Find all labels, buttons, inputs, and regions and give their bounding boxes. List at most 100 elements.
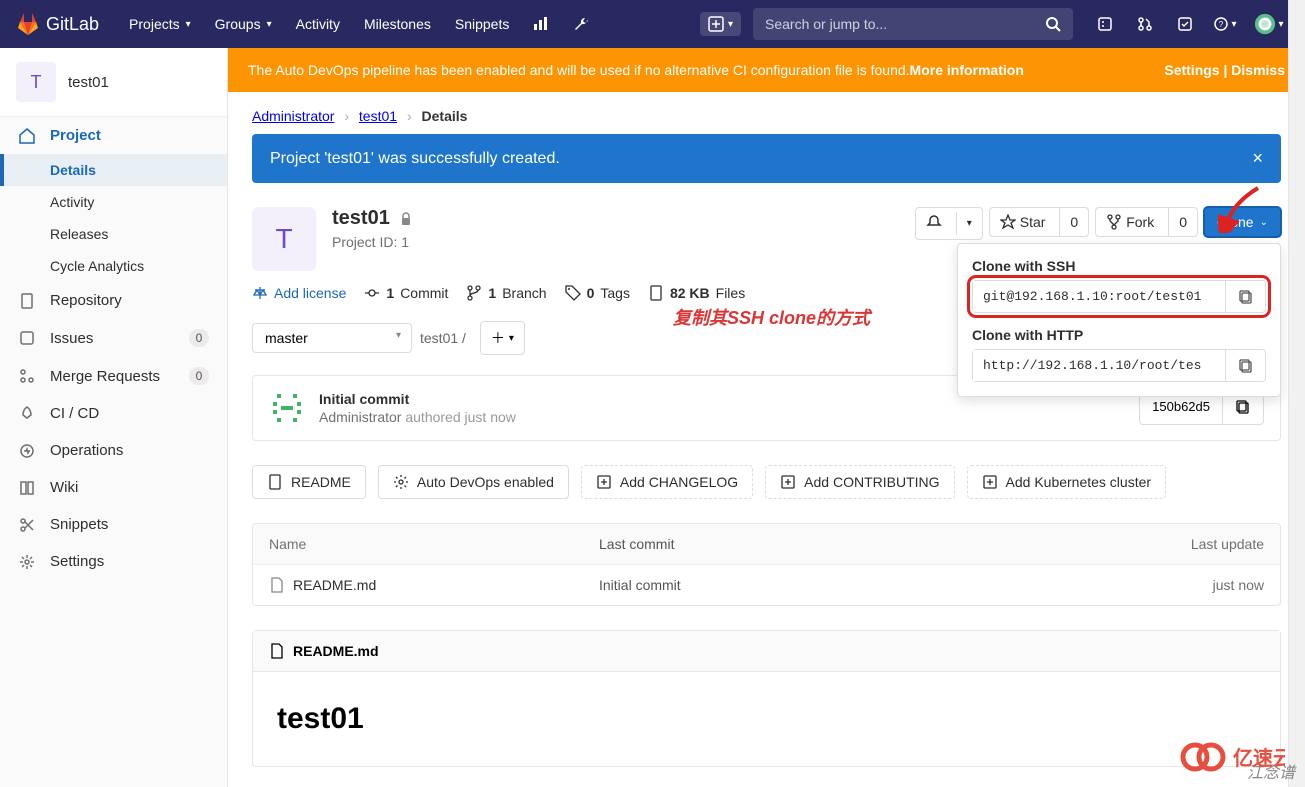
sidebar-item-issues[interactable]: Issues0 [0, 319, 227, 357]
notification-button[interactable]: ▾ [915, 207, 983, 240]
nav-user-avatar[interactable] [1253, 8, 1285, 40]
file-name: README.md [293, 577, 376, 593]
project-header: T test01 Project ID: 1 ▾ Star 0 [252, 207, 1281, 271]
nav-issues-icon[interactable] [1089, 8, 1121, 40]
issues-icon [18, 330, 36, 346]
rocket-icon [18, 406, 36, 422]
gitlab-brand: GitLab [46, 14, 99, 35]
sidebar-sub-releases[interactable]: Releases [0, 218, 227, 250]
nav-todos-icon[interactable] [1169, 8, 1201, 40]
nav-graph-icon[interactable] [525, 8, 557, 40]
sidebar-project-header[interactable]: T test01 [0, 48, 227, 117]
file-table: Name Last commit Last update README.md I… [252, 523, 1281, 606]
search-input[interactable] [765, 16, 1045, 32]
qa-kubernetes[interactable]: Add Kubernetes cluster [967, 465, 1167, 499]
files-size[interactable]: 82 KB Files [648, 285, 745, 301]
alert-text: Project 'test01' was successfully create… [270, 150, 560, 168]
nav-snippets[interactable]: Snippets [443, 8, 521, 40]
nav-projects[interactable]: Projects [117, 8, 203, 40]
breadcrumb-path[interactable]: test01 / [420, 330, 466, 346]
clone-ssh-input[interactable] [973, 281, 1225, 312]
branch-dropdown[interactable]: master [252, 323, 412, 353]
nav-new-button[interactable]: ▾ [700, 12, 741, 36]
top-nav: GitLab Projects Groups Activity Mileston… [0, 0, 1305, 48]
clone-button[interactable]: Clone ⌄ [1204, 207, 1281, 237]
sidebar-item-settings[interactable]: Settings [0, 543, 227, 580]
merge-icon [18, 368, 36, 384]
banner-more-link[interactable]: More information [910, 62, 1024, 78]
nav-milestones[interactable]: Milestones [352, 8, 443, 40]
file-commit: Initial commit [599, 577, 1144, 593]
crumb-project[interactable]: test01 [359, 108, 397, 124]
branches-link[interactable]: 1 Branch [466, 285, 546, 301]
crumb-admin[interactable]: Administrator [252, 108, 334, 124]
commit-sha[interactable]: 150b62d5 [1140, 393, 1222, 424]
tanuki-icon [16, 12, 40, 36]
nav-help-icon[interactable]: ? [1209, 8, 1241, 40]
scrollbar[interactable] [1288, 0, 1305, 787]
sidebar-sub-activity[interactable]: Activity [0, 186, 227, 218]
fork-count: 0 [1168, 208, 1197, 236]
add-license-link[interactable]: Add license [252, 285, 346, 301]
commits-link[interactable]: 1 Commit [364, 285, 448, 301]
banner-settings-link[interactable]: Settings [1164, 62, 1219, 78]
add-file-dropdown[interactable]: ＋ ▾ [480, 321, 525, 355]
doc-icon [267, 474, 283, 490]
sidebar-item-project[interactable]: Project [0, 117, 227, 154]
sidebar-item-repository[interactable]: Repository [0, 282, 227, 319]
plus-box-icon [982, 474, 998, 490]
copy-sha-button[interactable] [1222, 393, 1263, 424]
th-update: Last update [1144, 536, 1264, 552]
star-button[interactable]: Star 0 [989, 207, 1089, 237]
commit-author[interactable]: Administrator [319, 409, 401, 425]
home-icon [18, 128, 36, 144]
tags-link[interactable]: 0 Tags [565, 285, 630, 301]
project-title: test01 [332, 207, 414, 230]
project-id: Project ID: 1 [332, 234, 414, 250]
commit-icon [364, 285, 380, 301]
search-icon [1045, 16, 1061, 32]
clone-ssh-row [972, 280, 1266, 313]
table-row[interactable]: README.md Initial commit just now [253, 565, 1280, 605]
readme-header: README.md [253, 631, 1280, 672]
sidebar-item-operations[interactable]: Operations [0, 432, 227, 469]
commit-when: authored just now [405, 409, 516, 425]
chevron-down-icon: ⌄ [1260, 217, 1268, 228]
copy-ssh-button[interactable] [1225, 281, 1265, 312]
alert-close-button[interactable]: × [1252, 148, 1263, 169]
crumb-current: Details [422, 108, 468, 124]
scale-icon [252, 285, 268, 301]
scissors-icon [18, 517, 36, 533]
fork-button[interactable]: Fork 0 [1095, 207, 1198, 237]
nav-groups[interactable]: Groups [203, 8, 284, 40]
nav-search[interactable] [753, 8, 1073, 40]
sidebar-item-mr[interactable]: Merge Requests0 [0, 357, 227, 395]
main-content: The Auto DevOps pipeline has been enable… [228, 48, 1305, 787]
clone-ssh-label: Clone with SSH [972, 258, 1266, 274]
file-icon [269, 577, 285, 593]
qa-readme[interactable]: README [252, 465, 366, 499]
sidebar-item-cicd[interactable]: CI / CD [0, 395, 227, 432]
devops-banner: The Auto DevOps pipeline has been enable… [228, 48, 1305, 92]
gitlab-logo[interactable]: GitLab [16, 12, 99, 36]
copy-icon [1238, 358, 1254, 374]
project-actions: ▾ Star 0 Fork 0 Clone ⌄ [915, 207, 1281, 240]
qa-contributing[interactable]: Add CONTRIBUTING [765, 465, 954, 499]
nav-mr-icon[interactable] [1129, 8, 1161, 40]
nav-wrench-icon[interactable] [565, 8, 597, 40]
qa-devops[interactable]: Auto DevOps enabled [378, 465, 569, 499]
nav-activity[interactable]: Activity [284, 8, 352, 40]
star-count: 0 [1059, 208, 1088, 236]
readme-title: test01 [277, 702, 1256, 736]
banner-dismiss-link[interactable]: Dismiss [1231, 62, 1285, 78]
clone-http-input[interactable] [973, 350, 1225, 381]
sidebar-sub-cycle[interactable]: Cycle Analytics [0, 250, 227, 282]
qa-changelog[interactable]: Add CHANGELOG [581, 465, 753, 499]
sidebar-item-snippets[interactable]: Snippets [0, 506, 227, 543]
sidebar-project-name: test01 [68, 74, 109, 91]
commit-title[interactable]: Initial commit [319, 391, 516, 407]
sidebar-item-wiki[interactable]: Wiki [0, 469, 227, 506]
sidebar-sub-details[interactable]: Details [0, 154, 227, 186]
th-name: Name [269, 536, 599, 552]
copy-http-button[interactable] [1225, 350, 1265, 381]
